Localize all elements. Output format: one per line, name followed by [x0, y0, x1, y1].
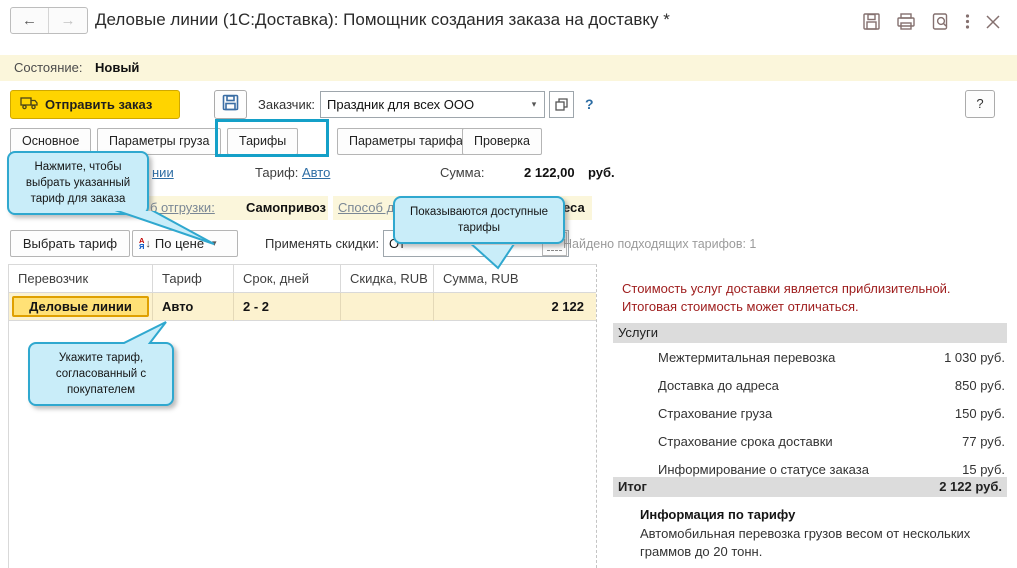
forward-icon[interactable]: → — [49, 8, 87, 33]
save-icon[interactable] — [862, 12, 881, 31]
customer-open-icon[interactable] — [549, 91, 574, 118]
total-bar: Итог 2 122 руб. — [613, 477, 1007, 497]
services-header-bar: Услуги — [613, 323, 1007, 343]
delivery-assistant-window: ← → Деловые линии (1С:Доставка): Помощни… — [0, 0, 1017, 568]
tariff-summary-row: нии Тариф: Авто Сумма: 2 122,00 руб. — [0, 165, 1017, 183]
row-sum[interactable]: 2 122 — [434, 293, 597, 321]
page-title: Деловые линии (1С:Доставка): Помощник со… — [95, 10, 670, 29]
found-tariffs-label: Найдено подходящих тарифов: 1 — [563, 237, 757, 251]
delivery-method-link-fragment[interactable]: Способ д — [338, 200, 394, 215]
customer-input[interactable]: Праздник для всех ООО — [320, 91, 525, 118]
tariff-info-text: Автомобильная перевозка грузов весом от … — [640, 526, 971, 559]
help-button[interactable]: ? — [965, 90, 995, 118]
status-label: Состояние: — [14, 60, 83, 75]
close-icon[interactable] — [985, 14, 1001, 30]
col-days[interactable]: Срок, дней — [234, 265, 341, 293]
row-discount[interactable] — [341, 293, 434, 321]
more-icon[interactable] — [965, 12, 970, 31]
customer-help-link[interactable]: ? — [585, 96, 594, 112]
send-order-label: Отправить заказ — [45, 97, 153, 112]
back-icon[interactable]: ← — [11, 8, 49, 33]
tab-tariff-params[interactable]: Параметры тарифа — [337, 128, 475, 155]
floppy-icon — [222, 94, 239, 116]
row-tariff[interactable]: Авто — [153, 293, 234, 321]
send-order-button[interactable]: Отправить заказ — [10, 90, 180, 119]
total-label: Итог — [618, 479, 647, 494]
callout-select-tariff: Нажмите, чтобы выбрать указанный тариф д… — [7, 151, 149, 215]
col-tariff[interactable]: Тариф — [153, 265, 234, 293]
status-value: Новый — [95, 60, 140, 75]
service-row: Информирование о статусе заказа 15 руб. — [658, 462, 1005, 477]
send-order-icon — [20, 96, 38, 113]
warning-line1: Стоимость услуг доставки является прибли… — [622, 281, 951, 296]
service-row: Страхование груза 150 руб. — [658, 406, 1005, 421]
customer-label: Заказчик: — [258, 97, 316, 112]
table-row[interactable]: Деловые линии Авто 2 - 2 2 122 — [9, 293, 596, 321]
tariffs-table: Перевозчик Тариф Срок, дней Скидка, RUB … — [8, 264, 597, 568]
save-order-button[interactable] — [214, 90, 247, 119]
tab-check[interactable]: Проверка — [462, 128, 542, 155]
total-value: 2 122 руб. — [939, 479, 1002, 494]
status-strip: Состояние: Новый — [0, 55, 1017, 81]
row-days[interactable]: 2 - 2 — [234, 293, 341, 321]
tab-tariffs[interactable]: Тарифы — [227, 128, 299, 155]
shipment-method-value: Самопривоз — [246, 200, 326, 215]
col-discount[interactable]: Скидка, RUB — [341, 265, 434, 293]
tariff-link[interactable]: Авто — [302, 165, 330, 180]
preview-icon[interactable] — [931, 12, 950, 31]
selected-carrier-cell[interactable]: Деловые линии — [12, 296, 149, 317]
callout-tail — [470, 245, 515, 270]
tariff-label: Тариф: — [255, 165, 299, 180]
callout-tail — [114, 211, 215, 245]
sum-label: Сумма: — [440, 165, 485, 180]
sum-currency: руб. — [588, 165, 615, 180]
service-row: Межтермитальная перевозка 1 030 руб. — [658, 350, 1005, 365]
apply-discounts-label: Применять скидки: — [265, 236, 380, 251]
customer-dropdown-icon[interactable]: ▾ — [524, 91, 545, 118]
callout-agreed-tariff: Укажите тариф, согласованный с покупател… — [28, 342, 174, 406]
service-row: Доставка до адреса 850 руб. — [658, 378, 1005, 393]
sum-value: 2 122,00 — [524, 165, 575, 180]
col-carrier[interactable]: Перевозчик — [9, 265, 153, 293]
carrier-link-fragment[interactable]: нии — [152, 165, 174, 180]
callout-available-tariffs: Показываются доступные тарифы — [393, 196, 565, 244]
print-icon[interactable] — [896, 12, 916, 31]
tariff-info-header: Информация по тарифу — [640, 507, 796, 522]
warning-line2: Итоговая стоимость может отличаться. — [622, 299, 859, 314]
callout-tail — [119, 321, 167, 344]
delivery-method-value-fragment: еса — [563, 200, 585, 215]
history-nav: ← → — [10, 7, 88, 34]
service-row: Страхование срока доставки 77 руб. — [658, 434, 1005, 449]
